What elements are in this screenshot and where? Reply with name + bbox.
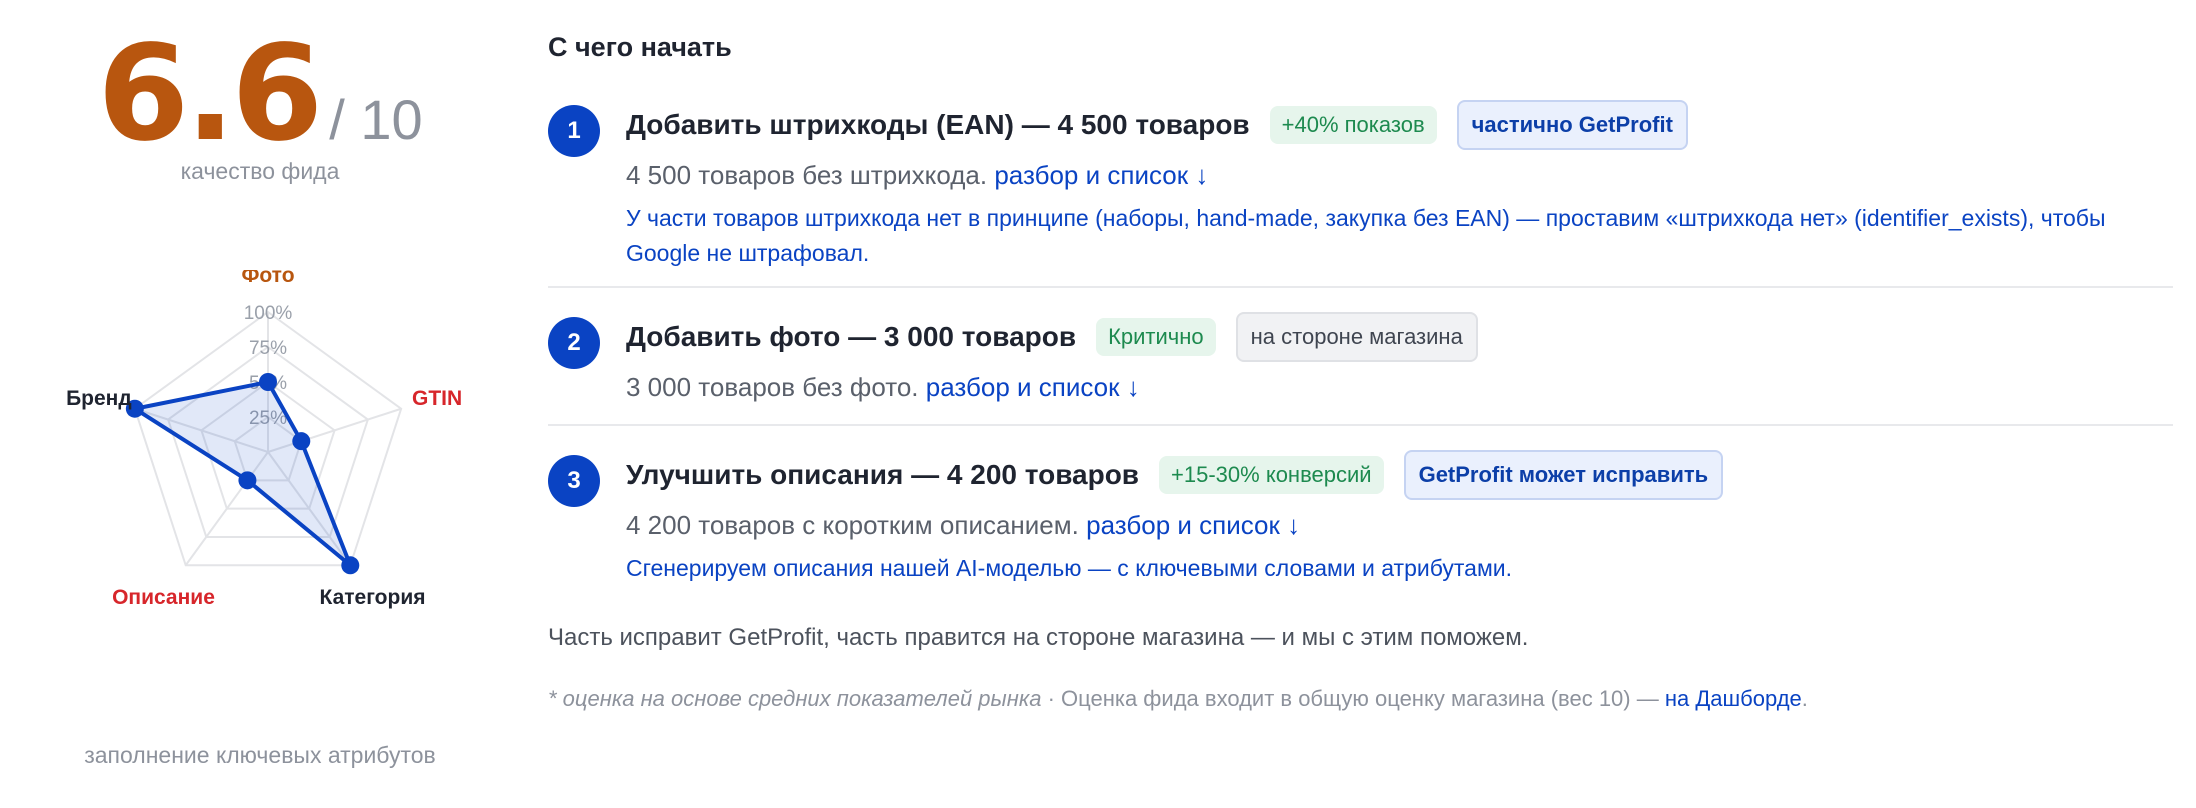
step-subtitle-text: 3 000 товаров без фото. xyxy=(626,372,919,402)
owner-badge: частично GetProfit xyxy=(1456,100,1688,150)
feed-score: 6.6/ 10 xyxy=(0,28,520,160)
step-title: Улучшить описания — 4 200 товаров xyxy=(626,459,1140,490)
radar-data-point xyxy=(238,471,257,490)
step-subtitle-text: 4 500 товаров без штрихкода. xyxy=(626,160,988,190)
impact-badge: +40% показов xyxy=(1269,106,1437,144)
step-number-badge: 2 xyxy=(548,317,600,369)
footnote: * оценка на основе средних показателей р… xyxy=(548,686,1808,712)
footnote-end: . xyxy=(1801,686,1808,711)
impact-badge: Критично xyxy=(1096,318,1216,356)
score-value: 6.6 xyxy=(97,17,323,171)
owner-badge: на стороне магазина xyxy=(1235,312,1478,362)
radar-data-point xyxy=(259,373,277,391)
radar-caption: заполнение ключевых атрибутов xyxy=(84,742,436,768)
details-link[interactable]: разбор и список ↓ xyxy=(994,160,1208,190)
radar-axis-label: Бренд xyxy=(66,387,132,410)
step-subtitle: 3 000 товаров без фото. разбор и список … xyxy=(626,372,2173,403)
radar-ring-label: 100% xyxy=(244,303,293,324)
step-note: У части товаров штрихкода нет в принципе… xyxy=(626,205,2106,266)
score-max: / 10 xyxy=(329,88,423,151)
step-subtitle: 4 200 товаров с коротким описанием. разб… xyxy=(626,510,2173,541)
summary-text: Часть исправит GetProfit, часть правится… xyxy=(548,624,1529,651)
step-number-badge: 1 xyxy=(548,105,600,157)
divider xyxy=(548,286,2173,288)
radar-axis-label: Фото xyxy=(241,270,294,287)
step-number-badge: 3 xyxy=(548,455,600,507)
radar-ring-label: 75% xyxy=(249,338,287,359)
dashboard-link[interactable]: на Дашборде xyxy=(1665,686,1802,711)
radar-data-point xyxy=(341,556,360,575)
step-subtitle: 4 500 товаров без штрихкода. разбор и сп… xyxy=(626,160,2173,191)
step-title: Добавить фото — 3 000 товаров xyxy=(626,321,1077,352)
footnote-disclaimer: * оценка на основе средних показателей р… xyxy=(548,686,1042,711)
feed-score-panel: 6.6/ 10 качество фида 25%50%75%100%ФотоG… xyxy=(0,0,520,808)
owner-badge: GetProfit может исправить xyxy=(1403,450,1724,500)
section-title: С чего начать xyxy=(548,32,732,62)
radar-data-point xyxy=(292,432,311,451)
attribute-radar-chart: 25%50%75%100%ФотоGTINКатегорияОписаниеБр… xyxy=(66,270,462,609)
impact-badge: +15-30% конверсий xyxy=(1159,456,1384,494)
details-link[interactable]: разбор и список ↓ xyxy=(926,372,1140,402)
footnote-text: · Оценка фида входит в общую оценку мага… xyxy=(1041,686,1665,711)
step-subtitle-text: 4 200 товаров с коротким описанием. xyxy=(626,510,1079,540)
details-link[interactable]: разбор и список ↓ xyxy=(1086,510,1300,540)
step-title: Добавить штрихкоды (EAN) — 4 500 товаров xyxy=(626,109,1250,140)
divider xyxy=(548,424,2173,426)
score-caption: качество фида xyxy=(180,158,340,184)
step-note: Сгенерируем описания нашей AI-моделью — … xyxy=(626,555,1513,581)
radar-axis-label: Описание xyxy=(112,586,215,609)
radar-axis-label: GTIN xyxy=(412,387,462,410)
radar-axis-label: Категория xyxy=(320,586,426,609)
